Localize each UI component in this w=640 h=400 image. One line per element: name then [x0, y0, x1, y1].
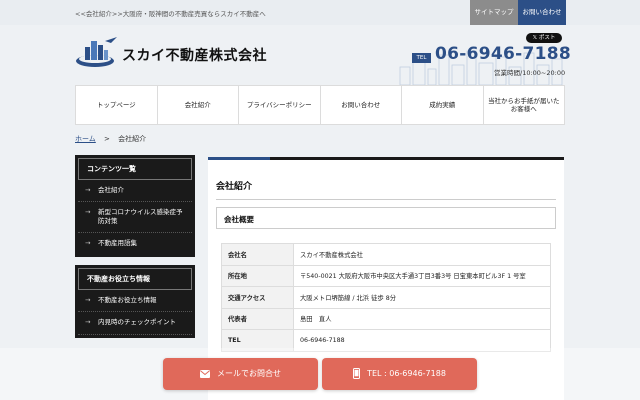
- smartphone-icon: [353, 368, 361, 379]
- table-row: 代表者 島田 直人: [221, 307, 551, 330]
- tel-badge: TEL: [412, 53, 431, 63]
- site-tagline: <<会社紹介>>大阪府・阪神間の不動産売買ならスカイ不動産へ: [75, 10, 266, 18]
- table-label: 会社名: [221, 243, 294, 266]
- nav-letter-recipients[interactable]: 当社からお手紙が届いたお客様へ: [482, 86, 565, 124]
- table-row: 会社名 スカイ不動産株式会社: [221, 243, 551, 266]
- company-logo[interactable]: [75, 35, 119, 71]
- mail-icon: [200, 369, 210, 378]
- nav-company[interactable]: 会社紹介: [156, 86, 239, 124]
- table-value: 〒540-0021 大阪府大阪市中央区大手通3丁目3番3号 日宝東本町ビル3F …: [293, 264, 551, 287]
- site-header: スカイ不動産株式会社 𝕏 ポスト TEL 06-6946-7188 営業時間/1…: [0, 25, 640, 85]
- breadcrumb-home[interactable]: ホーム: [75, 135, 96, 143]
- table-value: スカイ不動産株式会社: [293, 243, 551, 266]
- company-info-table: 会社名 スカイ不動産株式会社 所在地 〒540-0021 大阪府大阪市中央区大手…: [221, 243, 551, 352]
- sidebar-item-tips[interactable]: 不動産お役立ち情報: [78, 290, 192, 313]
- sidebar-item-viewing-checkpoints[interactable]: 内見時のチェックポイント: [78, 312, 192, 335]
- mail-contact-button[interactable]: メールでお問合せ: [163, 358, 318, 390]
- breadcrumb: ホーム > 会社紹介: [75, 134, 146, 144]
- x-post-button[interactable]: 𝕏 ポスト: [526, 33, 562, 43]
- breadcrumb-current: 会社紹介: [118, 135, 147, 143]
- cta-overlay: [0, 348, 640, 400]
- breadcrumb-separator: >: [104, 135, 110, 143]
- sidebar-tips-title: 不動産お役立ち情報: [78, 268, 192, 291]
- sidebar-item-glossary[interactable]: 不動産用語集: [78, 233, 192, 254]
- section-title: 会社概要: [224, 215, 254, 224]
- table-value: 大阪メトロ堺筋線 / 北浜 徒歩 8分: [293, 286, 551, 309]
- tel-contact-button[interactable]: TEL : 06-6946-7188: [322, 358, 477, 390]
- table-label: 代表者: [221, 307, 294, 330]
- sidebar-contents-box: コンテンツ一覧 会社紹介 新型コロナウイルス感染症予防対策 不動産用語集: [75, 155, 195, 258]
- title-accent-line: [208, 157, 270, 160]
- sidebar-tips-box: 不動産お役立ち情報 不動産お役立ち情報 内見時のチェックポイント: [75, 265, 195, 338]
- table-row: 交通アクセス 大阪メトロ堺筋線 / 北浜 徒歩 8分: [221, 286, 551, 309]
- header-tel-number[interactable]: 06-6946-7188: [435, 44, 571, 64]
- mail-button-label: メールでお問合せ: [217, 369, 281, 378]
- table-label: 交通アクセス: [221, 286, 294, 309]
- sitemap-link[interactable]: サイトマップ: [470, 0, 518, 25]
- section-heading-box: 会社概要: [216, 207, 556, 229]
- tel-button-label: TEL : 06-6946-7188: [367, 369, 446, 378]
- company-name: スカイ不動産株式会社: [122, 48, 267, 64]
- nav-top-page[interactable]: トップページ: [76, 86, 157, 124]
- page-title: 会社紹介: [216, 182, 253, 192]
- sidebar-item-covid[interactable]: 新型コロナウイルス感染症予防対策: [78, 202, 192, 234]
- sidebar-item-company[interactable]: 会社紹介: [78, 180, 192, 203]
- title-divider: [216, 199, 556, 200]
- nav-contact[interactable]: お問い合わせ: [319, 86, 402, 124]
- sidebar-contents-title: コンテンツ一覧: [78, 158, 192, 180]
- nav-privacy-policy[interactable]: プライバシーポリシー: [238, 86, 320, 124]
- global-nav: トップページ 会社紹介 プライバシーポリシー お問い合わせ 成約実績 当社からお…: [75, 85, 565, 125]
- table-row: 所在地 〒540-0021 大阪府大阪市中央区大手通3丁目3番3号 日宝東本町ビ…: [221, 264, 551, 287]
- sidebar: コンテンツ一覧 会社紹介 新型コロナウイルス感染症予防対策 不動産用語集 不動産…: [75, 155, 195, 338]
- top-bar: <<会社紹介>>大阪府・阪神間の不動産売買ならスカイ不動産へ サイトマップ お問…: [0, 0, 640, 25]
- nav-results[interactable]: 成約実績: [401, 86, 483, 124]
- business-hours: 営業時間/10:00~20:00: [494, 69, 566, 77]
- table-value: 島田 直人: [293, 307, 551, 330]
- table-label: 所在地: [221, 264, 294, 287]
- top-contact-link[interactable]: お問い合わせ: [518, 0, 566, 25]
